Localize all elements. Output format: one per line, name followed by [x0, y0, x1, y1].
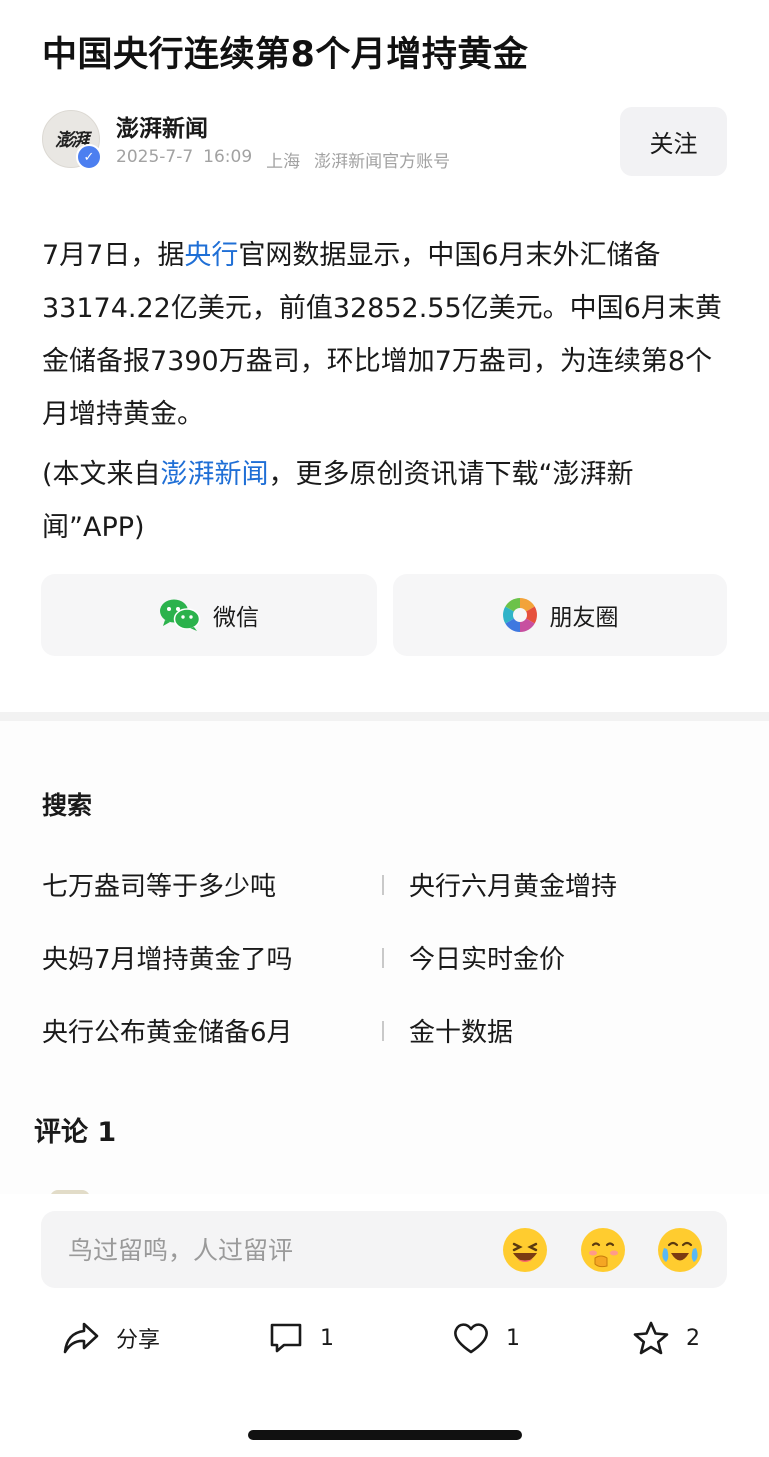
search-separator [382, 875, 384, 895]
shy-face-icon [582, 1229, 624, 1271]
article-source-note: (本文来自澎湃新闻，更多原创资讯请下载“澎湃新闻”APP) [42, 448, 730, 554]
post-date: 2025-7-7 [116, 147, 194, 167]
share-wechat-button[interactable]: 微信 [41, 574, 377, 656]
article-page: 中国央行连续第8个月增持黄金 澎湃 ✓ 澎湃新闻 2025-7-7 16:09 … [0, 0, 769, 1457]
account-type: 澎湃新闻官方账号 [314, 152, 451, 172]
shy-emoji-icon[interactable] [581, 1228, 625, 1272]
like-count: 1 [506, 1325, 520, 1351]
home-indicator[interactable] [248, 1430, 522, 1440]
paragraph-text: 7月7日，据 [42, 240, 185, 271]
search-suggestion[interactable]: 七万盎司等于多少吨 [42, 866, 276, 903]
verified-icon: ✓ [76, 144, 102, 170]
follow-button[interactable]: 关注 [620, 107, 727, 176]
star-icon [633, 1321, 669, 1355]
post-location: 上海 [266, 152, 301, 172]
wechat-icon [160, 599, 201, 631]
search-separator [382, 1021, 384, 1041]
moments-icon [502, 598, 537, 632]
share-arrow-icon [63, 1322, 99, 1354]
favorite-action[interactable]: 2 [632, 1318, 700, 1358]
article-paragraph-1: 7月7日，据央行官网数据显示，中国6月末外汇储备33174.22亿美元，前值32… [42, 229, 730, 441]
comments-section-title: 评论 1 [34, 1117, 117, 1148]
share-moments-label: 朋友圈 [549, 605, 619, 631]
source-text: (本文来自 [42, 459, 161, 490]
search-separator [382, 948, 384, 968]
crying-laughing-emoji-icon[interactable] [658, 1228, 702, 1272]
comment-action[interactable]: 1 [268, 1318, 334, 1358]
article-title: 中国央行连续第8个月增持黄金 [42, 35, 529, 75]
share-wechat-label: 微信 [213, 605, 259, 631]
author-name[interactable]: 澎湃新闻 [116, 109, 208, 143]
favorite-count: 2 [686, 1325, 700, 1351]
keyword-link[interactable]: 央行 [184, 240, 238, 271]
comment-bubble-icon [270, 1323, 302, 1353]
search-suggestion[interactable]: 央妈7月增持黄金了吗 [42, 939, 293, 976]
search-section-title: 搜索 [42, 791, 93, 820]
share-action-label: 分享 [116, 1328, 161, 1353]
search-suggestion[interactable]: 央行公布黄金储备6月 [42, 1012, 293, 1049]
share-action[interactable]: 分享 [62, 1318, 160, 1358]
laughing-face-icon [504, 1229, 546, 1271]
heart-icon [454, 1323, 488, 1354]
search-suggestion[interactable]: 金十数据 [409, 1012, 513, 1049]
crying-face-icon [659, 1229, 701, 1271]
comment-input-placeholder: 鸟过留鸣，人过留评 [68, 1236, 294, 1265]
author-meta: 2025-7-7 16:09 上海 澎湃新闻官方账号 [116, 147, 450, 172]
search-suggestion[interactable]: 今日实时金价 [409, 939, 565, 976]
share-moments-button[interactable]: 朋友圈 [393, 574, 727, 656]
like-action[interactable]: 1 [452, 1318, 520, 1358]
post-time: 16:09 [203, 147, 253, 167]
section-divider [0, 712, 769, 721]
laughing-emoji-icon[interactable] [503, 1228, 547, 1272]
search-suggestion[interactable]: 央行六月黄金增持 [409, 866, 617, 903]
comment-count: 1 [320, 1325, 334, 1351]
source-link[interactable]: 澎湃新闻 [161, 459, 269, 490]
